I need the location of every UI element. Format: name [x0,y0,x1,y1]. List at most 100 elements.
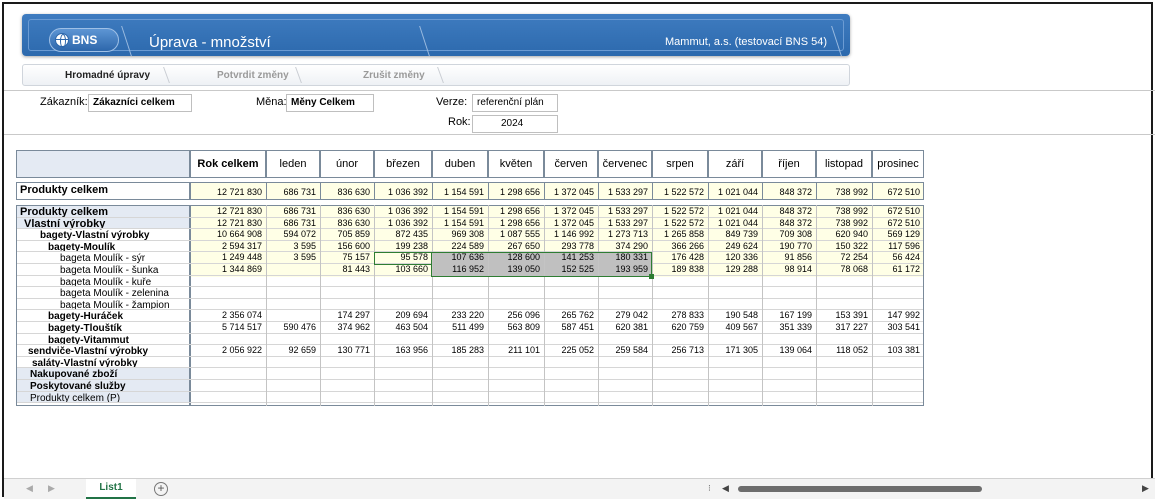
grid-cell[interactable] [872,392,924,404]
grid-cell[interactable] [598,334,652,346]
grid-cell[interactable]: 620 940 [816,229,872,241]
grid-cell[interactable] [762,287,816,299]
grid-cell[interactable] [652,392,708,404]
grid-cell[interactable] [816,334,872,346]
grid-cell[interactable]: 153 391 [816,310,872,322]
grid-cell[interactable] [374,357,432,369]
grid-cell[interactable]: 849 739 [708,229,762,241]
grid-cell[interactable] [432,334,488,346]
grid-cell[interactable]: 463 504 [374,322,432,334]
horizontal-scrollbar-thumb[interactable] [738,486,982,492]
summary-cell[interactable]: 1 372 045 [544,186,598,200]
grid-cell[interactable]: 61 172 [872,264,924,276]
grid-cell[interactable]: 249 624 [708,241,762,253]
grid-cell[interactable]: 156 600 [320,241,374,253]
grid-cell[interactable]: 738 992 [816,206,872,218]
grid-cell[interactable]: 1 021 044 [708,218,762,230]
grid-cell[interactable]: 1 146 992 [544,229,598,241]
grid-cell[interactable] [598,299,652,311]
grid-cell[interactable]: 1 265 858 [652,229,708,241]
grid-cell[interactable] [708,287,762,299]
grid-cell[interactable]: 256 713 [652,345,708,357]
grid-cell[interactable] [872,357,924,369]
grid-cell[interactable]: 569 129 [872,229,924,241]
scroll-right-icon[interactable]: ▶ [1142,483,1149,494]
grid-cell[interactable]: 1 533 297 [598,218,652,230]
confirm-changes-button[interactable]: Potvrdit změny [217,70,289,81]
grid-cell[interactable] [374,299,432,311]
grid-cell[interactable] [762,368,816,380]
grid-cell[interactable] [432,287,488,299]
grid-cell[interactable] [708,276,762,288]
grid-cell[interactable] [598,368,652,380]
grid-cell[interactable]: 1 087 555 [488,229,544,241]
grid-cell[interactable]: 1 372 045 [544,218,598,230]
grid-cell[interactable]: 150 322 [816,241,872,253]
grid-cell[interactable]: 620 381 [598,322,652,334]
grid-cell[interactable]: 3 595 [266,241,320,253]
grid-cell[interactable]: 120 336 [708,252,762,264]
grid-cell[interactable]: 167 199 [762,310,816,322]
grid-cell[interactable] [762,276,816,288]
grid-cell[interactable]: 1 249 448 [190,252,266,264]
grid-cell[interactable]: 176 428 [652,252,708,264]
grid-cell[interactable]: 267 650 [488,241,544,253]
grid-cell[interactable] [598,276,652,288]
grid-cell[interactable]: 98 914 [762,264,816,276]
grid-cell[interactable]: 1 021 044 [708,206,762,218]
grid-cell[interactable]: 1 298 656 [488,206,544,218]
grid-cell[interactable] [266,368,320,380]
version-select[interactable]: referenční plán [472,94,558,112]
grid-cell[interactable] [320,334,374,346]
grid-cell[interactable] [190,287,266,299]
grid-cell[interactable] [816,392,872,404]
grid-cell[interactable]: 1 372 045 [544,206,598,218]
grid-cell[interactable]: 118 052 [816,345,872,357]
grid-cell[interactable] [374,392,432,404]
add-sheet-icon[interactable]: + [154,482,168,496]
grid-cell[interactable]: 738 992 [816,218,872,230]
grid-cell[interactable] [872,334,924,346]
grid-cell[interactable]: 174 297 [320,310,374,322]
grid-cell[interactable]: 563 809 [488,322,544,334]
grid-cell[interactable] [488,380,544,392]
grid-cell[interactable] [374,334,432,346]
cancel-changes-button[interactable]: Zrušit změny [363,70,425,81]
grid-cell[interactable]: 1 522 572 [652,206,708,218]
grid-cell[interactable] [652,368,708,380]
summary-cell[interactable]: 672 510 [872,186,924,200]
grid-cell[interactable] [432,276,488,288]
grid-cell[interactable]: 75 157 [320,252,374,264]
grid-cell[interactable]: 511 499 [432,322,488,334]
prev-sheet-icon[interactable]: ◀ [26,483,33,494]
grid-cell[interactable]: 190 770 [762,241,816,253]
grid-cell[interactable] [320,299,374,311]
grid-cell[interactable] [320,276,374,288]
summary-cell[interactable]: 1 154 591 [432,186,488,200]
grid-cell[interactable] [816,299,872,311]
grid-cell[interactable]: 265 762 [544,310,598,322]
sheet-tab-list1[interactable]: List1 [86,479,136,499]
grid-cell[interactable]: 81 443 [320,264,374,276]
grid-cell[interactable] [816,276,872,288]
grid-cell[interactable] [432,392,488,404]
grid-cell[interactable] [816,357,872,369]
grid-cell[interactable] [816,287,872,299]
grid-cell[interactable] [320,357,374,369]
grid-cell[interactable]: 225 052 [544,345,598,357]
grid-cell[interactable]: 1 522 572 [652,218,708,230]
grid-cell[interactable] [320,392,374,404]
grid-cell[interactable]: 969 308 [432,229,488,241]
grid-cell[interactable] [488,276,544,288]
grid-cell[interactable] [266,310,320,322]
grid-cell[interactable]: 587 451 [544,322,598,334]
grid-cell[interactable]: 1 154 591 [432,218,488,230]
grid-cell[interactable]: 12 721 830 [190,206,266,218]
grid-cell[interactable] [374,287,432,299]
grid-cell[interactable] [762,380,816,392]
grid-cell[interactable] [652,276,708,288]
grid-cell[interactable] [598,380,652,392]
grid-cell[interactable] [190,392,266,404]
grid-cell[interactable]: 686 731 [266,206,320,218]
grid-cell[interactable]: 12 721 830 [190,218,266,230]
